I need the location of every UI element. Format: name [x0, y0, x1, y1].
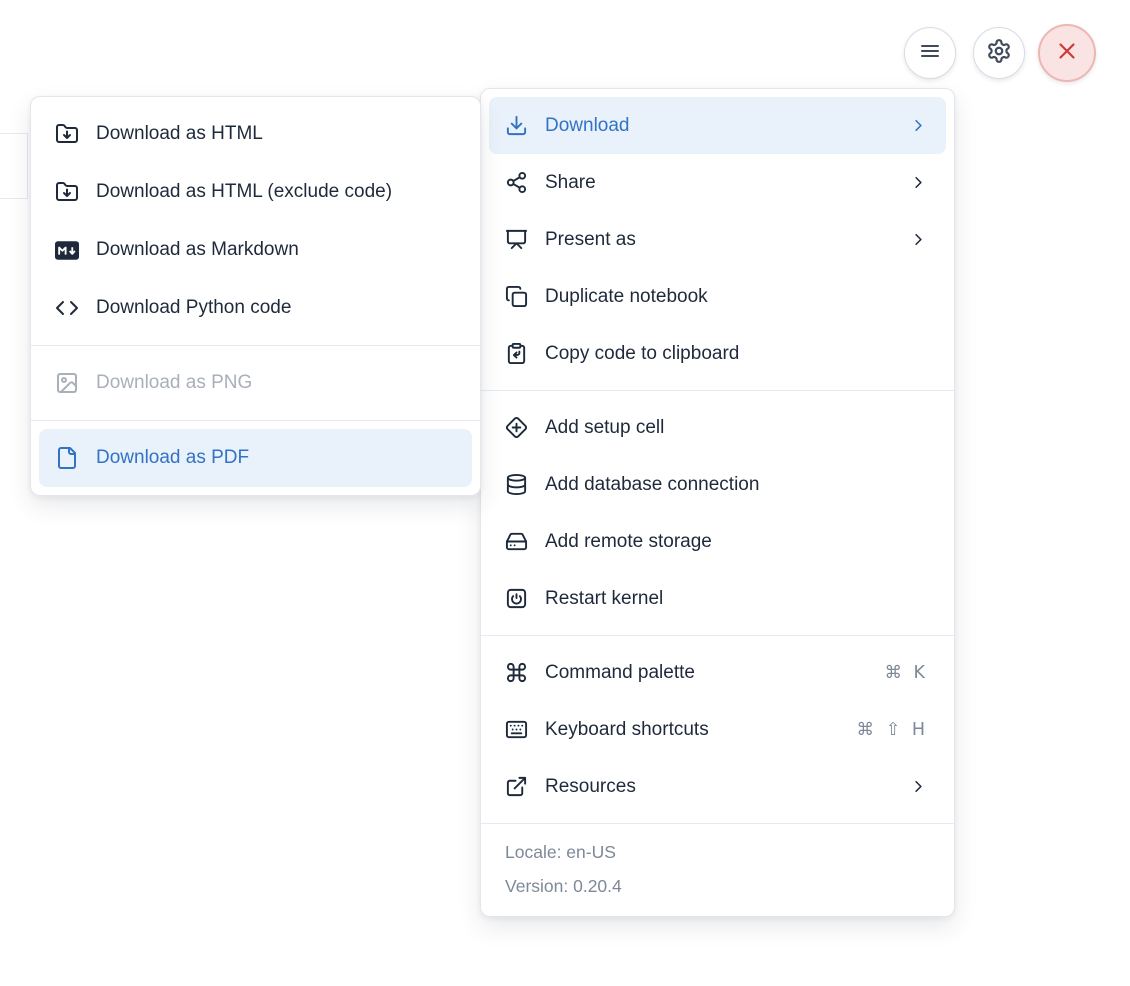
database-icon	[505, 473, 528, 496]
locale-text: Locale: en-US	[505, 842, 616, 862]
chevron-right-icon	[909, 116, 928, 135]
menu-item-duplicate-notebook[interactable]: Duplicate notebook	[489, 268, 946, 325]
diamond-plus-icon	[505, 416, 528, 439]
chevron-right-icon	[909, 777, 928, 796]
folder-down-icon	[55, 180, 79, 204]
menu-item-share[interactable]: Share	[489, 154, 946, 211]
file-icon	[55, 446, 79, 470]
hard-drive-icon	[505, 530, 528, 553]
menu-item-label: Download as PDF	[96, 447, 250, 468]
menu-item-download[interactable]: Download	[489, 97, 946, 154]
folder-down-icon	[55, 122, 79, 146]
download-icon	[505, 114, 528, 137]
underlying-cell-border	[0, 198, 27, 199]
menu-item-label: Download as Markdown	[96, 239, 299, 260]
version-text: Version: 0.20.4	[505, 876, 622, 896]
share-icon	[505, 171, 528, 194]
menu-footer: Locale: en-US Version: 0.20.4	[481, 824, 954, 916]
menu-item-label: Copy code to clipboard	[545, 342, 740, 364]
markdown-badge-icon	[55, 238, 79, 262]
menu-item-label: Add setup cell	[545, 416, 665, 438]
menu-item-label: Download as PNG	[96, 372, 253, 393]
external-link-icon	[505, 775, 528, 798]
menu-item-label: Download	[545, 114, 630, 136]
menu-item-command-palette[interactable]: Command palette ⌘ K	[489, 644, 946, 701]
image-icon	[55, 371, 79, 395]
shutdown-button[interactable]	[1038, 24, 1096, 82]
command-icon	[505, 661, 528, 684]
menu-item-label: Download as HTML	[96, 123, 263, 144]
menu-item-add-remote-storage[interactable]: Add remote storage	[489, 513, 946, 570]
menu-item-label: Resources	[545, 775, 636, 797]
app-canvas: { "toolbar": { "menu_button_icon": "hamb…	[0, 0, 1130, 986]
keyboard-icon	[505, 718, 528, 741]
menu-item-present-as[interactable]: Present as	[489, 211, 946, 268]
gear-icon	[986, 38, 1012, 69]
notebook-actions-menu: Download Share Present as Duplicate note…	[480, 88, 955, 917]
code-icon	[55, 296, 79, 320]
menu-item-download-python-code[interactable]: Download Python code	[39, 279, 472, 337]
clipboard-icon	[505, 342, 528, 365]
menu-item-label: Add database connection	[545, 473, 760, 495]
settings-button[interactable]	[973, 27, 1025, 79]
menu-item-download-as-pdf[interactable]: Download as PDF	[39, 429, 472, 487]
menu-item-label: Duplicate notebook	[545, 285, 708, 307]
copy-icon	[505, 285, 528, 308]
menu-item-label: Present as	[545, 228, 636, 250]
close-icon	[1054, 38, 1080, 69]
chevron-right-icon	[909, 173, 928, 192]
download-submenu: Download as HTML Download as HTML (exclu…	[30, 96, 481, 496]
power-square-icon	[505, 587, 528, 610]
menu-item-label: Download as HTML (exclude code)	[96, 181, 393, 202]
menu-item-label: Add remote storage	[545, 530, 712, 552]
menu-item-resources[interactable]: Resources	[489, 758, 946, 815]
underlying-cell-border	[0, 133, 27, 134]
menu-item-label: Download Python code	[96, 297, 292, 318]
menu-item-label: Command palette	[545, 661, 695, 683]
shortcut-hint: ⌘ ⇧ H	[856, 719, 928, 740]
menu-item-copy-code-to-clipboard[interactable]: Copy code to clipboard	[489, 325, 946, 382]
notebook-menu-button[interactable]	[904, 27, 956, 79]
presentation-icon	[505, 228, 528, 251]
menu-item-download-as-html[interactable]: Download as HTML	[39, 105, 472, 163]
chevron-right-icon	[909, 230, 928, 249]
menu-item-restart-kernel[interactable]: Restart kernel	[489, 570, 946, 627]
menu-item-keyboard-shortcuts[interactable]: Keyboard shortcuts ⌘ ⇧ H	[489, 701, 946, 758]
menu-item-add-database-connection[interactable]: Add database connection	[489, 456, 946, 513]
underlying-cell-border	[27, 133, 28, 199]
menu-item-download-as-html-exclude-code[interactable]: Download as HTML (exclude code)	[39, 163, 472, 221]
menu-item-label: Restart kernel	[545, 587, 664, 609]
menu-item-label: Keyboard shortcuts	[545, 718, 709, 740]
shortcut-hint: ⌘ K	[884, 662, 928, 683]
menu-item-download-as-markdown[interactable]: Download as Markdown	[39, 221, 472, 279]
menu-item-label: Share	[545, 171, 596, 193]
menu-item-download-as-png: Download as PNG	[39, 354, 472, 412]
menu-item-add-setup-cell[interactable]: Add setup cell	[489, 399, 946, 456]
hamburger-icon	[918, 39, 942, 68]
